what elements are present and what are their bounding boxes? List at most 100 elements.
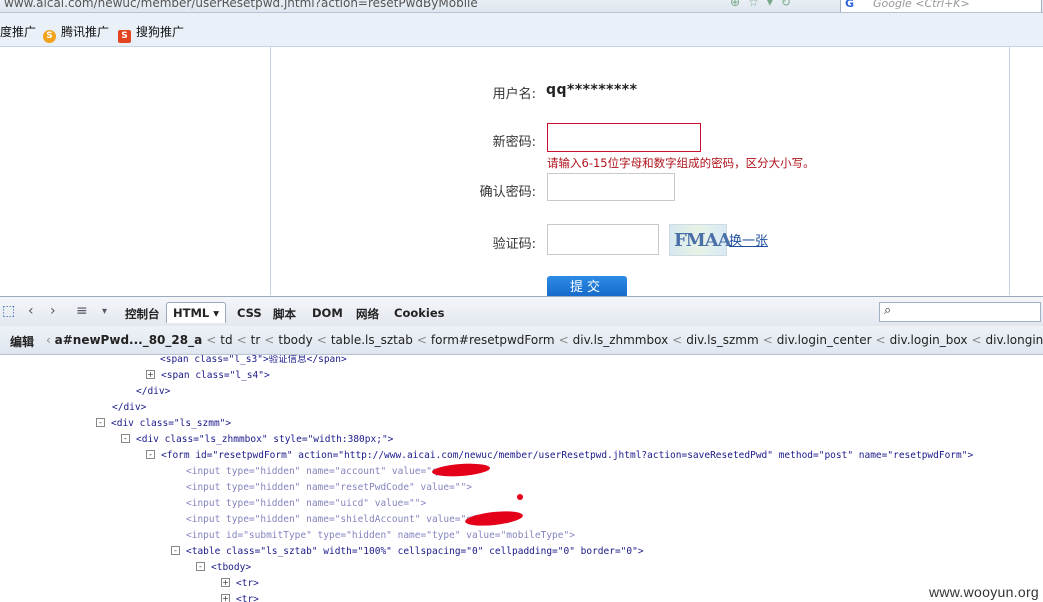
firebug-search-input[interactable]: ⌕ (879, 302, 1041, 322)
tab-net[interactable]: 网络 (356, 306, 379, 322)
breadcrumb-scroll-left-icon[interactable]: ‹ (46, 333, 51, 347)
sogou-promo-icon: S (118, 30, 131, 43)
tree-node[interactable]: - <table class="ls_sztab" width="100%" ce… (171, 544, 644, 560)
expand-icon[interactable]: + (221, 578, 230, 587)
username-label: 用户名: (492, 87, 536, 102)
html-tree: <span class="l_s3">验证信息</span> + <span cl… (0, 355, 1043, 602)
tab-html[interactable]: HTML ▾ (166, 302, 227, 323)
breadcrumb-item[interactable]: div.ls_zhmmbox (573, 333, 669, 347)
tree-node-text: <span class="l_s3">验证信息</span> (160, 355, 347, 365)
nav-icons: ⊕ ☆ ▾ ↻ (730, 0, 799, 9)
breadcrumb-item[interactable]: div.login_box (890, 333, 968, 347)
dropdown-icon[interactable]: ▾ (767, 0, 773, 9)
search-placeholder: Google <Ctrl+K> (873, 0, 970, 10)
breadcrumb-item[interactable]: div.ls_szmm (686, 333, 758, 347)
tree-node[interactable]: - <div class="ls_zhmmbox" style="width:38… (121, 432, 393, 448)
bookmark-sogou-promo[interactable]: S 搜狗推广 (118, 23, 184, 43)
tree-node-text: <input type="hidden" name="uicd" value="… (186, 498, 427, 509)
inspect-icon[interactable]: ⬚ (2, 303, 15, 319)
tree-node-text: <input type="hidden" name="account" valu… (186, 466, 455, 477)
tree-node[interactable]: - <tbody> (196, 560, 251, 576)
breadcrumb-item[interactable]: div.longinMain (986, 333, 1043, 347)
browser-search-input[interactable]: G Google <Ctrl+K> (840, 0, 1042, 12)
tree-node[interactable]: + <tr> (221, 592, 259, 602)
forward-icon[interactable]: › (50, 303, 56, 319)
breadcrumb-item[interactable]: tbody (278, 333, 312, 347)
url-text[interactable]: www.aicai.com/newuc/member/userResetpwd.… (4, 0, 478, 10)
captcha-image-text: FMAA (674, 230, 732, 251)
captcha-image[interactable]: FMAA (669, 224, 732, 256)
confirm-password-field[interactable] (547, 173, 675, 201)
tab-script[interactable]: 脚本 (273, 306, 296, 322)
collapse-icon[interactable]: - (121, 434, 130, 443)
collapse-icon[interactable]: - (196, 562, 205, 571)
refresh-captcha-link[interactable]: 换一张 (729, 230, 768, 249)
tree-node-text: <tr> (236, 594, 259, 602)
collapse-icon[interactable]: - (171, 546, 180, 555)
tree-node[interactable]: <input type="hidden" name="account" valu… (186, 464, 455, 480)
tree-node[interactable]: <input id="submitType" type="hidden" nam… (186, 528, 575, 544)
tree-node[interactable]: <span class="l_s3">验证信息</span> (160, 355, 347, 368)
submit-button[interactable]: 提交 (547, 276, 627, 298)
watermark: www.wooyun.org (928, 584, 1039, 600)
password-hint: 请输入6-15位字母和数字组成的密码，区分大小写。 (547, 156, 815, 170)
bookmarks-bar: 度推广 S 腾讯推广 S 搜狗推广 (0, 13, 1043, 47)
breadcrumb-item[interactable]: div.login_center (777, 333, 872, 347)
tab-console[interactable]: 控制台 (125, 306, 160, 322)
bookmark-tencent-promo[interactable]: S 腾讯推广 (43, 23, 109, 43)
tree-node-text: </div> (112, 402, 147, 413)
edit-button[interactable]: 编辑 (10, 333, 34, 350)
tab-html-label: HTML (173, 306, 210, 320)
page-content: 用户名: qq********* 新密码: 请输入6-15位字母和数字组成的密码… (0, 47, 1043, 298)
tab-cookies[interactable]: Cookies (394, 306, 444, 320)
breadcrumb-item[interactable]: tr (251, 333, 261, 347)
username-value: qq********* (546, 82, 638, 98)
tree-node[interactable]: <input type="hidden" name="resetPwdCode"… (186, 480, 472, 496)
tree-node-text: <tbody> (211, 562, 252, 573)
reload-icon[interactable]: ↻ (781, 0, 791, 9)
tree-node[interactable]: </div> (136, 384, 170, 400)
tree-node-text: <input type="hidden" name="resetPwdCode"… (186, 482, 472, 493)
captcha-label: 验证码: (492, 237, 536, 252)
expand-icon[interactable]: + (221, 594, 230, 602)
tree-node[interactable]: - <div class="ls_szmm"> (96, 416, 231, 432)
breadcrumb-item[interactable]: td (220, 333, 232, 347)
breadcrumb-item[interactable]: form#resetpwdForm (431, 333, 555, 347)
new-password-field[interactable] (547, 123, 701, 152)
captcha-field[interactable] (547, 224, 659, 255)
tree-node[interactable]: </div> (112, 400, 146, 416)
tree-node-text: <tr> (236, 578, 259, 589)
collapse-icon[interactable]: - (96, 418, 105, 427)
tree-node[interactable]: + <tr> (221, 576, 259, 592)
star-icon[interactable]: ☆ (748, 0, 759, 9)
dropdown-icon[interactable]: ▾ (102, 306, 107, 317)
tree-node-text: <input type="hidden" name="shieldAccount… (186, 514, 484, 525)
collapse-icon[interactable]: - (146, 450, 155, 459)
bookmark-label: 度推广 (0, 25, 37, 39)
menu-icon[interactable]: ≡ (76, 303, 88, 319)
bookmark-label: 腾讯推广 (61, 25, 110, 39)
expand-icon[interactable]: + (146, 370, 155, 379)
address-bar[interactable]: www.aicai.com/newuc/member/userResetpwd.… (0, 0, 1043, 13)
firebug-toolbar: ⬚ ‹ › ≡ ▾ 控制台 HTML ▾ CSS 脚本 DOM 网络 Cooki… (0, 296, 1043, 327)
tree-node-text: </div> (136, 386, 171, 397)
breadcrumb-item[interactable]: a#newPwd..._80_28_a (55, 333, 203, 347)
breadcrumb: ‹ a#newPwd..._80_28_a < td < tr < tbody < table.… (46, 333, 1043, 347)
tree-node-text: <span class="l_s4"> (161, 370, 270, 381)
firebug-breadcrumb: 编辑 ‹ a#newPwd..._80_28_a < td < tr < tbody < tab… (0, 326, 1043, 355)
tree-node-text: <div class="ls_zhmmbox" style="width:380… (136, 434, 394, 445)
tree-node[interactable]: - <form id="resetpwdForm" action="http://… (146, 448, 973, 464)
tab-dom[interactable]: DOM (312, 306, 343, 320)
search-icon: ⌕ (884, 303, 892, 318)
tree-node[interactable]: + <span class="l_s4"> (146, 368, 270, 384)
tab-css[interactable]: CSS (237, 306, 262, 320)
breadcrumb-item[interactable]: table.ls_sztab (331, 333, 413, 347)
tree-node[interactable]: <input type="hidden" name="shieldAccount… (186, 512, 483, 528)
tree-node-text: <div class="ls_szmm"> (111, 418, 232, 429)
bookmark-baidu-promo[interactable]: 度推广 (0, 23, 36, 40)
new-password-label: 新密码: (492, 135, 536, 150)
back-icon[interactable]: ‹ (28, 303, 34, 319)
tree-node[interactable]: <input type="hidden" name="uicd" value="… (186, 496, 426, 512)
tencent-promo-icon: S (43, 30, 56, 43)
add-icon[interactable]: ⊕ (730, 0, 740, 9)
